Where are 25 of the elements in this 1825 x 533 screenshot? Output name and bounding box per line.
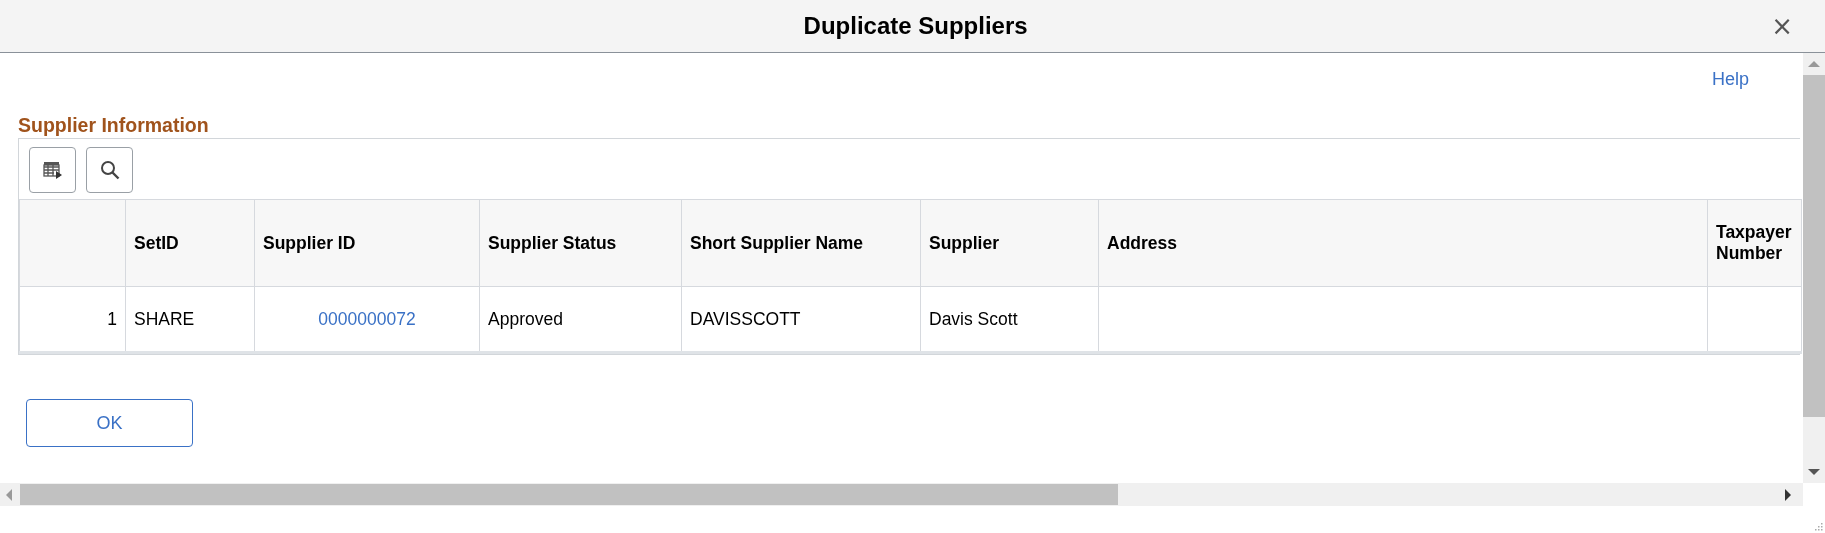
column-header: Address bbox=[1098, 199, 1708, 287]
column-header: Taxpayer Number bbox=[1707, 199, 1802, 287]
table-cell: DAVISSCOTT bbox=[681, 286, 921, 353]
supplier-id-link[interactable]: 0000000072 bbox=[318, 308, 416, 329]
column-header: Supplier ID bbox=[254, 199, 480, 287]
table-cell: Approved bbox=[479, 286, 682, 353]
column-header: Supplier Status bbox=[479, 199, 682, 287]
column-header: SetID bbox=[125, 199, 255, 287]
column-header: Supplier bbox=[920, 199, 1099, 287]
table-cell: SHARE bbox=[125, 286, 255, 353]
ok-button[interactable]: OK bbox=[26, 399, 193, 447]
search-button[interactable] bbox=[86, 147, 133, 193]
resize-grip-icon[interactable] bbox=[1813, 521, 1823, 531]
row-number: 1 bbox=[19, 286, 126, 353]
search-icon bbox=[99, 160, 120, 180]
column-header: Short Supplier Name bbox=[681, 199, 921, 287]
vertical-scrollbar[interactable] bbox=[1803, 53, 1825, 483]
personalize-grid-button[interactable] bbox=[29, 147, 76, 193]
close-button[interactable]: × bbox=[1771, 11, 1825, 41]
window-title: Duplicate Suppliers bbox=[803, 12, 1028, 40]
grid-icon bbox=[42, 161, 63, 179]
table-cell: Davis Scott bbox=[920, 286, 1099, 353]
help-link[interactable]: Help bbox=[1711, 69, 1749, 90]
horizontal-scrollbar[interactable] bbox=[0, 483, 1803, 506]
section-title: Supplier Information bbox=[18, 114, 210, 136]
